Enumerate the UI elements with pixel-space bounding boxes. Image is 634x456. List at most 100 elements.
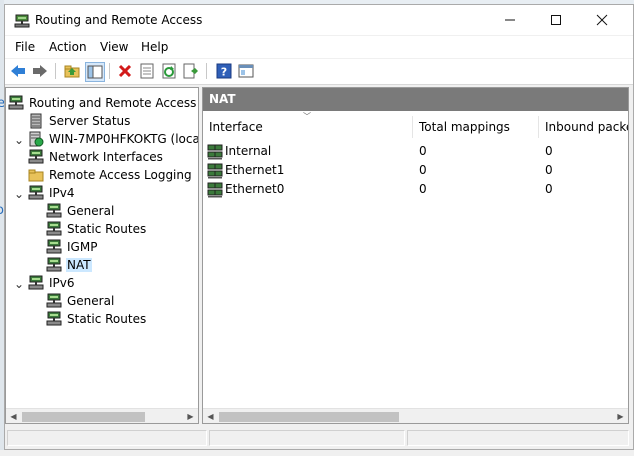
taskbar-edge xyxy=(0,450,634,456)
inbound-packets-value: 0 xyxy=(545,144,553,158)
inbound-packets-value: 0 xyxy=(545,182,553,196)
menu-action[interactable]: Action xyxy=(49,40,87,54)
interface-name: Ethernet0 xyxy=(225,182,285,196)
tree-item[interactable]: WIN-7MP0HFKOKTG (local) xyxy=(28,130,199,148)
table-row[interactable]: Ethernet0 0 0 xyxy=(203,180,628,199)
router-icon xyxy=(8,95,24,110)
scroll-right-arrow-icon[interactable]: ▶ xyxy=(183,409,198,423)
tree-item[interactable]: NAT xyxy=(46,256,92,274)
scroll-left-arrow-icon[interactable]: ◀ xyxy=(203,409,218,423)
folder-icon xyxy=(28,169,44,182)
toolbar-separator xyxy=(55,63,56,79)
close-button[interactable] xyxy=(579,5,625,35)
menu-file[interactable]: File xyxy=(15,40,35,54)
scrollbar-thumb[interactable] xyxy=(22,412,145,422)
menu-view[interactable]: View xyxy=(100,40,128,54)
show-hide-tree-icon xyxy=(87,65,103,79)
delete-icon xyxy=(118,64,132,78)
tree-item[interactable]: General xyxy=(46,202,115,220)
tree-item[interactable]: Static Routes xyxy=(46,220,147,238)
app-window: Routing and Remote Access File Action Vi… xyxy=(4,4,634,450)
router-icon xyxy=(28,185,44,200)
router-icon xyxy=(28,275,44,290)
tree-item-label: General xyxy=(67,294,115,308)
router-icon xyxy=(28,149,44,164)
column-header-total-mappings[interactable]: Total mappings xyxy=(413,116,539,138)
tree-item[interactable]: Server Status xyxy=(28,112,131,130)
delete-button[interactable] xyxy=(116,62,134,80)
tree-item[interactable]: Remote Access Logging xyxy=(28,166,193,184)
window-title: Routing and Remote Access xyxy=(35,13,203,27)
tree-item-label: Routing and Remote Access xyxy=(29,96,197,110)
tree-item[interactable]: IGMP xyxy=(46,238,98,256)
tree-item[interactable]: Network Interfaces xyxy=(28,148,164,166)
properties-button[interactable] xyxy=(138,62,156,80)
scrollbar-thumb[interactable] xyxy=(219,412,399,422)
router-icon xyxy=(46,257,62,272)
maximize-button[interactable] xyxy=(533,5,579,35)
menu-help[interactable]: Help xyxy=(141,40,168,54)
interface-name: Internal xyxy=(225,144,272,158)
details-horizontal-scrollbar[interactable]: ◀ ▶ xyxy=(203,408,628,423)
minimize-button[interactable] xyxy=(487,5,533,35)
server-icon xyxy=(30,113,42,129)
status-segment xyxy=(7,430,207,446)
status-bar xyxy=(5,427,633,449)
tree-item-label: IPv4 xyxy=(49,186,75,200)
toolbar-separator xyxy=(109,63,110,79)
tree-item-label: Network Interfaces xyxy=(49,150,163,164)
tree-item-label: WIN-7MP0HFKOKTG (local) xyxy=(49,132,199,146)
show-hide-tree-button[interactable] xyxy=(85,62,105,82)
scroll-left-arrow-icon[interactable]: ◀ xyxy=(6,409,21,423)
tree-item-label: Static Routes xyxy=(67,222,147,236)
expand-chevron-icon[interactable]: ⌄ xyxy=(14,187,24,201)
table-row[interactable]: Internal 0 0 xyxy=(203,142,628,161)
column-header-inbound-packets[interactable]: Inbound packets translated xyxy=(539,116,628,138)
status-segment xyxy=(209,430,405,446)
inbound-packets-value: 0 xyxy=(545,163,553,177)
tree-item[interactable]: IPv4 xyxy=(28,184,76,202)
total-mappings-value: 0 xyxy=(419,163,427,177)
back-button[interactable] xyxy=(9,62,27,80)
title-bar[interactable]: Routing and Remote Access xyxy=(5,5,633,35)
refresh-icon xyxy=(162,63,176,79)
help-button[interactable]: ? xyxy=(215,62,233,80)
tree-item[interactable]: Routing and Remote Access xyxy=(8,94,197,112)
tree-item[interactable]: IPv6 xyxy=(28,274,76,292)
tree-item-label: IGMP xyxy=(67,240,98,254)
up-one-level-button[interactable] xyxy=(63,62,81,80)
forward-button[interactable] xyxy=(31,62,49,80)
tree-item-label: NAT xyxy=(66,258,92,272)
export-list-button[interactable] xyxy=(182,62,200,80)
tree-item-label: Static Routes xyxy=(67,312,147,326)
console-tree[interactable]: ◀ ▶ Routing and Remote Access Server Stat… xyxy=(5,87,199,424)
refresh-button[interactable] xyxy=(160,62,178,80)
back-arrow-icon xyxy=(11,65,25,77)
expand-chevron-icon[interactable]: ⌄ xyxy=(14,133,24,147)
total-mappings-value: 0 xyxy=(419,144,427,158)
expand-chevron-icon[interactable]: ⌄ xyxy=(14,277,24,291)
interface-name: Ethernet1 xyxy=(225,163,285,177)
router-icon xyxy=(46,311,62,326)
details-pane: NAT ﹀ Interface Total mappings Inbound p… xyxy=(202,87,629,424)
column-header-interface[interactable]: Interface xyxy=(203,116,413,138)
minimize-icon xyxy=(505,19,515,21)
tree-item[interactable]: General xyxy=(46,292,115,310)
tree-item[interactable]: Static Routes xyxy=(46,310,147,328)
up-folder-icon xyxy=(64,65,80,78)
tree-item-label: Server Status xyxy=(49,114,131,128)
table-row[interactable]: Ethernet1 0 0 xyxy=(203,161,628,180)
details-pane-title: NAT xyxy=(203,88,628,111)
help-icon: ? xyxy=(216,63,232,79)
close-icon xyxy=(596,14,608,26)
router-icon xyxy=(46,293,62,308)
toolbar-separator xyxy=(206,63,207,79)
network-interface-icon xyxy=(207,163,223,178)
show-action-pane-button[interactable] xyxy=(237,62,255,80)
export-list-icon xyxy=(183,63,198,79)
scroll-right-arrow-icon[interactable]: ▶ xyxy=(613,409,628,423)
menu-bar: File Action View Help xyxy=(5,36,633,58)
show-action-pane-icon xyxy=(238,64,254,78)
tree-horizontal-scrollbar[interactable]: ◀ ▶ xyxy=(6,408,198,423)
router-icon xyxy=(46,221,62,236)
